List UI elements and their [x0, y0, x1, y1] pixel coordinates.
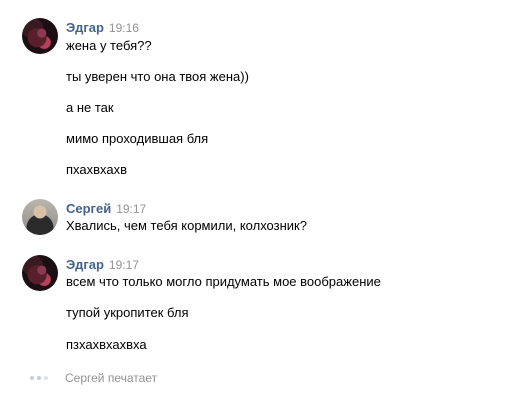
typing-dots-icon [30, 376, 50, 380]
message-text: всем что только могло придумать мое вооб… [66, 274, 381, 289]
message-header: Сергей 19:17 [66, 200, 146, 216]
avatar[interactable] [22, 255, 58, 291]
message-text: пхахвхахв [66, 162, 128, 177]
message-text: мимо проходившая бля [66, 131, 209, 146]
author-name[interactable]: Эдгар [66, 20, 104, 35]
message-text: а не так [66, 100, 114, 115]
message-group: Эдгар 19:16 жена у тебя?? ты уверен что о… [0, 18, 530, 178]
typing-text: Сергей печатает [65, 371, 158, 385]
message-time[interactable]: 19:17 [109, 258, 139, 272]
message-group: Эдгар 19:17 всем что только могло придума… [0, 255, 530, 355]
message-text: ты уверен что она твоя жена)) [66, 69, 249, 84]
avatar[interactable] [22, 199, 58, 235]
chat-history: Эдгар 19:16 жена у тебя?? ты уверен что о… [0, 0, 530, 403]
author-name[interactable]: Сергей [66, 201, 111, 216]
avatar[interactable] [22, 18, 58, 54]
author-name[interactable]: Эдгар [66, 257, 104, 272]
message-time[interactable]: 19:17 [116, 202, 146, 216]
message-time[interactable]: 19:16 [109, 21, 139, 35]
message-text: пзхахвхахвха [66, 337, 147, 352]
message-header: Эдгар 19:16 [66, 19, 139, 35]
message-group: Сергей 19:17 Хвались, чем тебя кормили, к… [0, 199, 530, 239]
message-text: жена у тебя?? [66, 38, 152, 53]
message-text: Хвались, чем тебя кормили, колхозник? [66, 218, 307, 233]
message-header: Эдгар 19:17 [66, 256, 139, 272]
message-text: тупой укропитек бля [66, 305, 189, 320]
